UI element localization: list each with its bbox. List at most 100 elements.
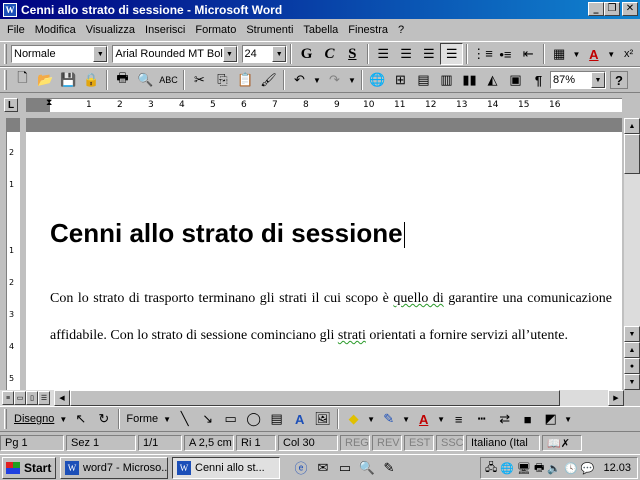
font-select[interactable]: Arial Rounded MT Bold ▼ (112, 45, 238, 63)
menu-inserisci[interactable]: Inserisci (140, 24, 190, 36)
hyperlink-icon[interactable]: 🌐 (366, 69, 389, 91)
next-page-icon[interactable]: ▼ (624, 374, 640, 390)
line-color-icon[interactable]: ✎ (377, 408, 400, 430)
restore-button[interactable]: ❐ (604, 2, 620, 16)
autoshapes-button[interactable]: Forme (123, 413, 161, 425)
taskbar-item-cenni[interactable]: W Cenni allo st... (172, 456, 280, 479)
chevron-down-icon[interactable]: ▼ (311, 69, 323, 91)
bulleted-list-icon[interactable]: •≡ (494, 43, 517, 65)
clipart-icon[interactable]: 🖼 (311, 408, 334, 430)
status-rec[interactable]: REG (340, 435, 370, 451)
chevron-down-icon[interactable]: ▼ (435, 408, 447, 430)
chevron-down-icon[interactable]: ▼ (272, 46, 287, 62)
scroll-right-icon[interactable]: ▶ (608, 390, 624, 406)
outlook-icon[interactable]: ✉ (312, 458, 334, 478)
toolbar-grip[interactable] (4, 409, 7, 429)
start-button[interactable]: Start (2, 456, 56, 479)
draw-menu-button[interactable]: Disegno (11, 413, 57, 425)
chevron-down-icon[interactable]: ▼ (57, 408, 69, 430)
free-rotate-icon[interactable]: ↻ (92, 408, 115, 430)
messenger-icon[interactable]: 💬 (581, 462, 595, 475)
chevron-down-icon[interactable]: ▼ (161, 408, 173, 430)
paste-icon[interactable]: 📋 (234, 69, 257, 91)
vertical-scrollbar[interactable]: ▲ ▼ ▲ ● ▼ (624, 118, 640, 390)
shadow-icon[interactable]: ■ (516, 408, 539, 430)
menu-file[interactable]: File (2, 24, 30, 36)
bold-button[interactable]: G (295, 43, 318, 65)
fill-color-icon[interactable]: ◆ (342, 408, 365, 430)
dash-style-icon[interactable]: ┅ (470, 408, 493, 430)
status-language[interactable]: Italiano (Ital (466, 435, 540, 451)
globe-icon[interactable]: 🌐 (500, 462, 514, 475)
zoom-select[interactable]: 87% ▼ (550, 71, 606, 89)
print-icon[interactable]: 🖶 (111, 69, 134, 91)
browse-object-icon[interactable]: ● (624, 358, 640, 374)
chevron-down-icon[interactable]: ▼ (346, 69, 358, 91)
insert-excel-icon[interactable]: ▥ (435, 69, 458, 91)
cut-icon[interactable]: ✂ (188, 69, 211, 91)
save-icon[interactable]: 💾 (57, 69, 80, 91)
scroll-up-icon[interactable]: ▲ (624, 118, 640, 134)
internet-explorer-icon[interactable]: ⓔ (290, 458, 312, 478)
menu-tabella[interactable]: Tabella (298, 24, 343, 36)
tab-selector[interactable]: L (4, 98, 18, 112)
font-color-button[interactable]: A (582, 43, 605, 65)
chevron-down-icon[interactable]: ▼ (365, 408, 377, 430)
spelling-status-icon[interactable]: 📖✗ (542, 435, 582, 451)
status-rev[interactable]: REV (372, 435, 402, 451)
document-heading[interactable]: Cenni allo strato di sessione (50, 218, 405, 249)
align-left-icon[interactable]: ☰ (372, 43, 395, 65)
3d-icon[interactable]: ◩ (539, 408, 562, 430)
desktop-icon[interactable]: ▭ (334, 458, 356, 478)
style-select[interactable]: Normale ▼ (11, 45, 109, 63)
columns-icon[interactable]: ▮▮ (458, 69, 481, 91)
spelling-icon[interactable]: ABC (157, 69, 180, 91)
open-folder-icon[interactable]: 📂 (34, 69, 57, 91)
menu-visualizza[interactable]: Visualizza (81, 24, 140, 36)
horizontal-scroll-thumb[interactable] (70, 390, 560, 406)
format-painter-icon[interactable]: 🖌 (257, 69, 280, 91)
word-app-icon[interactable]: W (3, 2, 17, 17)
menu-formato[interactable]: Formato (190, 24, 241, 36)
outline-view-icon[interactable]: ☰ (38, 391, 50, 405)
italic-button[interactable]: C (318, 43, 341, 65)
taskbar-item-word7[interactable]: W word7 - Microso... (60, 456, 168, 479)
font-size-select[interactable]: 24 ▼ (241, 45, 288, 63)
monitor-icon[interactable]: 🖥 (517, 462, 531, 475)
horizontal-scrollbar[interactable]: ≡ ▭ ▯ ☰ ◀ ▶ (0, 390, 624, 406)
line-icon[interactable]: ╲ (173, 408, 196, 430)
copy-icon[interactable]: ⎘ (211, 69, 234, 91)
menu-modifica[interactable]: Modifica (30, 24, 81, 36)
search-icon[interactable]: 🔍 (356, 458, 378, 478)
rectangle-icon[interactable]: ▭ (219, 408, 242, 430)
horizontal-ruler[interactable]: L 1 2 3 4 5 6 7 8 9 10 11 12 13 14 15 16… (0, 94, 640, 116)
wordart-icon[interactable]: A (288, 408, 311, 430)
close-button[interactable]: ✕ (622, 2, 638, 16)
indent-icon[interactable]: ⇤ (517, 43, 540, 65)
toolbar-grip[interactable] (4, 70, 7, 90)
border-icon[interactable]: ▦ (548, 43, 571, 65)
web-view-icon[interactable]: ▭ (14, 391, 26, 405)
document-paragraph[interactable]: Con lo strato di trasporto terminano gli… (50, 280, 612, 354)
indent-marker-icon[interactable]: ⧗ (46, 97, 52, 108)
scheduler-icon[interactable]: 🕓 (564, 462, 578, 475)
chevron-down-icon[interactable]: ▼ (400, 408, 412, 430)
document-map-icon[interactable]: ▣ (504, 69, 527, 91)
align-right-icon[interactable]: ☰ (417, 43, 440, 65)
redo-icon[interactable]: ↷ (323, 69, 346, 91)
menu-finestra[interactable]: Finestra (343, 24, 393, 36)
status-ovr[interactable]: SSC (436, 435, 464, 451)
line-style-icon[interactable]: ≡ (447, 408, 470, 430)
permission-icon[interactable]: 🔒 (80, 69, 103, 91)
clock[interactable]: 12.03 (603, 462, 631, 474)
help-button[interactable]: ? (610, 71, 628, 89)
drawing-icon[interactable]: ◭ (481, 69, 504, 91)
scroll-down-icon[interactable]: ▼ (624, 326, 640, 342)
document-area[interactable]: Cenni allo strato di sessione Con lo str… (26, 118, 622, 390)
underline-button[interactable]: S (341, 43, 364, 65)
print-layout-icon[interactable]: ▯ (26, 391, 38, 405)
chevron-down-icon[interactable]: ▼ (605, 43, 617, 65)
title-bar[interactable]: W Cenni allo strato di sessione - Micros… (0, 0, 640, 19)
minimize-button[interactable]: _ (588, 2, 604, 16)
scroll-left-icon[interactable]: ◀ (54, 390, 70, 406)
